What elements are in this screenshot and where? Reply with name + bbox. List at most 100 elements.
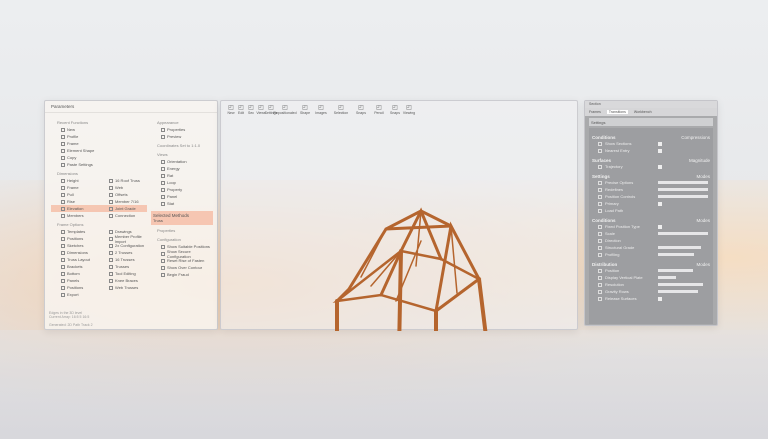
list-item[interactable]: New (51, 126, 147, 133)
list-item[interactable]: Elevation (51, 205, 99, 212)
list-item[interactable]: Web Trusses (99, 284, 147, 291)
value-checkbox[interactable] (658, 224, 662, 229)
list-item[interactable]: Sketches (51, 242, 99, 249)
value-checkbox[interactable] (658, 296, 662, 301)
property-row[interactable]: Primary (592, 200, 710, 207)
list-item[interactable]: Profile (51, 133, 147, 140)
property-row[interactable]: Redefines (592, 186, 710, 193)
property-row[interactable]: Display Vertical Plate (592, 274, 710, 281)
row-checkbox[interactable] (598, 180, 602, 185)
row-checkbox[interactable] (598, 164, 602, 169)
value-slider[interactable] (658, 269, 693, 272)
list-item[interactable]: Pull (51, 191, 99, 198)
list-item[interactable]: Panels (51, 277, 99, 284)
list-item[interactable]: Frame (51, 140, 147, 147)
list-item[interactable]: Frame (51, 184, 99, 191)
property-row[interactable]: Fixed Position Type (592, 223, 710, 230)
value-slider[interactable] (658, 290, 698, 293)
row-checkbox[interactable] (598, 208, 602, 213)
property-row[interactable]: Show Sections (592, 140, 710, 147)
list-item[interactable]: Web (99, 184, 147, 191)
list-item[interactable]: Properties (151, 126, 213, 133)
list-item[interactable] (99, 291, 147, 298)
value-checkbox[interactable] (658, 148, 662, 153)
list-item[interactable]: Bottom (51, 270, 99, 277)
list-item[interactable]: Height (51, 177, 99, 184)
list-item[interactable]: Positions (51, 284, 99, 291)
value-slider[interactable] (658, 181, 708, 184)
property-row[interactable]: Direction (592, 237, 710, 244)
list-item[interactable]: 16 Roof Truss (99, 177, 147, 184)
row-checkbox[interactable] (598, 245, 602, 250)
list-item[interactable]: Brackets (51, 263, 99, 270)
method-dropdown[interactable]: Truss (153, 218, 211, 223)
property-row[interactable]: Resolution (592, 281, 710, 288)
list-item[interactable]: Orientation (151, 158, 213, 165)
row-checkbox[interactable] (598, 282, 602, 287)
list-item[interactable]: Knee Braces (99, 277, 147, 284)
list-item[interactable]: Show Secure Configuration (151, 249, 213, 259)
property-row[interactable]: Structural Grade (592, 244, 710, 251)
list-item[interactable]: Panel (151, 193, 213, 200)
list-item[interactable]: Trusses (99, 263, 147, 270)
property-row[interactable]: Gravity Rows (592, 288, 710, 295)
row-checkbox[interactable] (598, 194, 602, 199)
value-slider[interactable] (658, 232, 708, 235)
list-item[interactable]: Joint Grade (99, 205, 147, 212)
row-checkbox[interactable] (598, 224, 602, 229)
list-item[interactable]: Loop (151, 179, 213, 186)
value-slider[interactable] (658, 276, 676, 279)
list-item[interactable]: Element Shape (51, 147, 147, 154)
list-item[interactable]: Member Profile Import (99, 234, 147, 244)
property-row[interactable]: Load Path (592, 207, 710, 214)
row-checkbox[interactable] (598, 201, 602, 206)
property-row[interactable]: Position (592, 267, 710, 274)
list-item[interactable]: Dimensions (51, 249, 99, 256)
value-slider[interactable] (658, 283, 703, 286)
list-item[interactable]: Begin Fraud (151, 271, 213, 278)
tab[interactable]: Frames (589, 110, 601, 114)
list-item[interactable]: Members (51, 212, 99, 219)
value-checkbox[interactable] (658, 201, 662, 206)
property-row[interactable]: Position Controls (592, 193, 710, 200)
value-slider[interactable] (658, 246, 701, 249)
list-item[interactable]: Property (151, 186, 213, 193)
row-checkbox[interactable] (598, 296, 602, 301)
list-item[interactable]: Connection (99, 212, 147, 219)
filter-dropdown[interactable]: Settings (589, 118, 713, 126)
property-row[interactable]: Scale (592, 230, 710, 237)
list-item[interactable]: Positions (51, 235, 99, 242)
property-row[interactable]: Precise Options (592, 179, 710, 186)
tab[interactable]: Transitions (606, 110, 628, 114)
value-slider[interactable] (658, 195, 708, 198)
truss-model[interactable] (221, 101, 579, 331)
list-item[interactable]: Energy (151, 165, 213, 172)
list-item[interactable]: Rise (51, 198, 99, 205)
row-checkbox[interactable] (598, 231, 602, 236)
value-slider[interactable] (658, 253, 694, 256)
list-item[interactable]: Member 7/16 (99, 198, 147, 205)
value-checkbox[interactable] (658, 164, 662, 169)
list-item[interactable]: Truss Layout (51, 256, 99, 263)
value-checkbox[interactable] (658, 141, 662, 146)
row-checkbox[interactable] (598, 289, 602, 294)
list-item[interactable]: 2x Configuration (99, 242, 147, 249)
list-item[interactable]: Copy (51, 154, 147, 161)
list-item[interactable]: Stat (151, 200, 213, 207)
viewport-panel[interactable]: ◰ New ◰ Edit ◰ Sec ◰ Views ◰ Settings ◰ Repositiona… (220, 100, 579, 331)
row-checkbox[interactable] (598, 275, 602, 280)
row-checkbox[interactable] (598, 268, 602, 273)
property-row[interactable]: Nearest Entry (592, 147, 710, 154)
list-item[interactable]: 16 Trusses (99, 256, 147, 263)
list-item[interactable]: Show Over Contour (151, 264, 213, 271)
row-checkbox[interactable] (598, 238, 602, 243)
list-item[interactable]: Export (51, 291, 99, 298)
row-checkbox[interactable] (598, 252, 602, 257)
row-checkbox[interactable] (598, 148, 602, 153)
list-item[interactable]: Preview (151, 133, 213, 140)
list-item[interactable]: Paste Settings (51, 161, 147, 168)
property-row[interactable]: Release Surfaces (592, 295, 710, 302)
list-item[interactable]: Tool Editing (99, 270, 147, 277)
list-item[interactable]: Reset Rise of Fasten (151, 257, 213, 264)
row-checkbox[interactable] (598, 141, 602, 146)
